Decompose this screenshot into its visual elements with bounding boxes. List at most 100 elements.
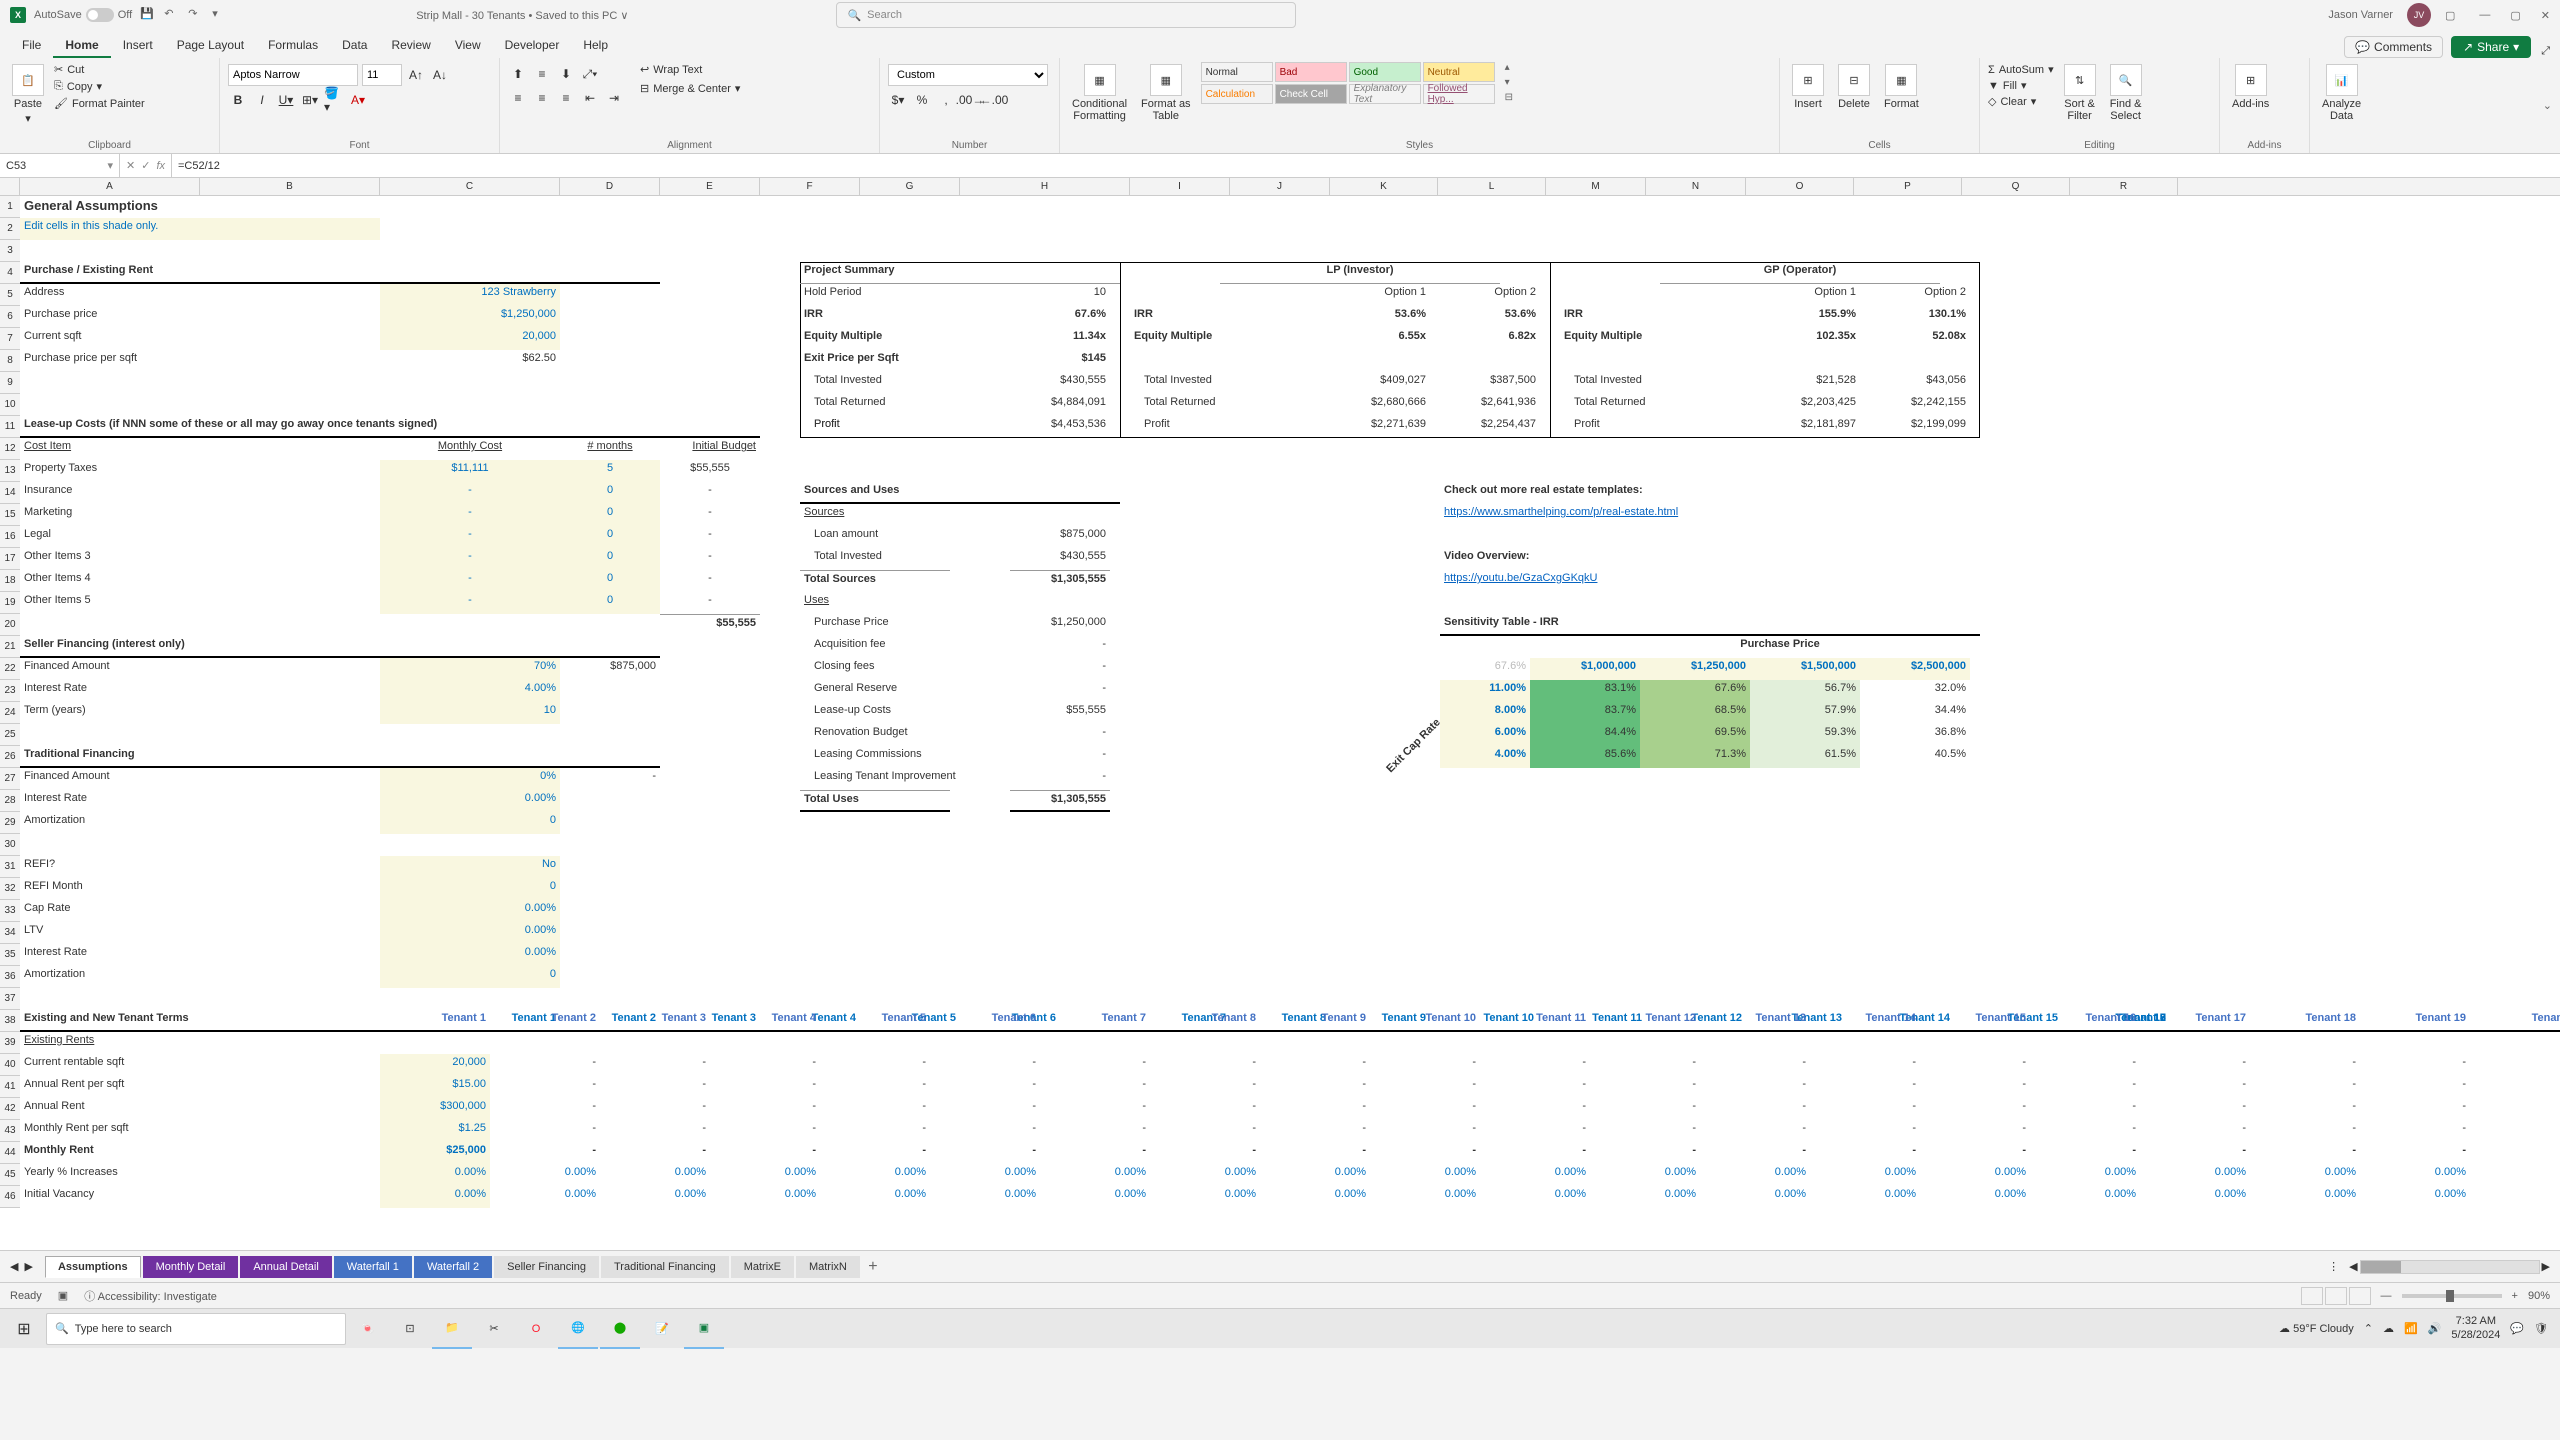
cell[interactable]: 71.3% [1640,746,1750,768]
cell[interactable]: - [600,1142,710,1164]
cell[interactable]: $2,641,936 [1440,394,1540,416]
cell[interactable]: LP (Investor) [1220,262,1500,284]
minimize-icon[interactable]: — [2479,9,2490,22]
cell[interactable]: 0.00% [2030,1186,2140,1208]
cell[interactable]: Option 2 [1440,284,1540,306]
cell[interactable]: 83.7% [1530,702,1640,724]
align-middle-icon[interactable]: ≡ [532,64,552,84]
tray-volume-icon[interactable]: 🔊 [2428,1322,2442,1335]
task-opera-icon[interactable]: O [516,1309,556,1349]
addins-button[interactable]: ⊞Add-ins [2228,62,2273,112]
cell[interactable]: Closing fees [810,658,960,680]
cell[interactable]: 5 [560,460,660,482]
cell[interactable]: - [2250,1098,2360,1120]
cell[interactable]: Equity Multiple [800,328,950,350]
cell[interactable]: $1,500,000 [1750,658,1860,680]
menu-tab-view[interactable]: View [443,34,493,58]
cell[interactable]: - [1150,1120,1260,1142]
cell[interactable]: - [1920,1054,2030,1076]
row-header[interactable]: 16 [0,526,20,548]
sheet-tab-seller-financing[interactable]: Seller Financing [494,1256,599,1278]
cell[interactable]: - [710,1054,820,1076]
cell[interactable]: 0.00% [380,790,560,812]
cell[interactable]: Total Uses [800,790,950,812]
row-header[interactable]: 11 [0,416,20,438]
cell[interactable]: - [1370,1076,1480,1098]
col-header[interactable]: B [200,178,380,195]
row-header[interactable]: 33 [0,900,20,922]
cell[interactable]: 57.9% [1750,702,1860,724]
cell[interactable]: - [2030,1098,2140,1120]
cell[interactable]: $1,250,000 [1030,614,1110,636]
row-header[interactable]: 4 [0,262,20,284]
cell[interactable]: 0.00% [820,1164,930,1186]
cell[interactable]: 6.00% [1440,724,1530,746]
cell[interactable]: $1.25 [380,1120,490,1142]
comments-button[interactable]: 💬 Comments [2344,36,2443,58]
sheet-tab-matrixe[interactable]: MatrixE [731,1256,794,1278]
col-header[interactable]: I [1130,178,1230,195]
cell[interactable]: 0.00% [1370,1164,1480,1186]
row-header[interactable]: 28 [0,790,20,812]
tenant-header[interactable]: Tenant 16 [2030,1010,2140,1032]
cell[interactable]: Purchase Price [1630,636,1930,658]
cell[interactable]: - [1700,1076,1810,1098]
menu-tab-home[interactable]: Home [53,34,110,58]
cancel-formula-icon[interactable]: ✕ [126,159,135,172]
copy-button[interactable]: ⎘Copy ▾ [54,79,145,94]
format-painter-button[interactable]: 🖌Format Painter [54,96,145,111]
row-header[interactable]: 30 [0,834,20,856]
row-header[interactable]: 13 [0,460,20,482]
cell[interactable]: Interest Rate [20,790,200,812]
name-box[interactable]: C53 ▾ [0,154,120,177]
tray-notifications-icon[interactable]: 💬 [2510,1322,2524,1335]
page-layout-button[interactable] [2325,1287,2347,1305]
cell[interactable]: Term (years) [20,702,200,724]
cell[interactable]: $1,250,000 [380,306,560,328]
macro-record-icon[interactable]: ▣ [58,1289,68,1302]
cell[interactable]: 123 Strawberry [380,284,560,306]
tray-clock[interactable]: 7:32 AM5/28/2024 [2451,1315,2500,1341]
align-center-icon[interactable]: ≡ [532,88,552,108]
style-followed-hyperlink[interactable]: Followed Hyp... [1423,84,1495,104]
currency-icon[interactable]: $▾ [888,90,908,110]
align-left-icon[interactable]: ≡ [508,88,528,108]
border-button[interactable]: ⊞▾ [300,90,320,110]
row-header[interactable]: 22 [0,658,20,680]
cell[interactable]: Other Items 5 [20,592,200,614]
cell[interactable]: 0.00% [930,1164,1040,1186]
row-header[interactable]: 9 [0,372,20,394]
cell[interactable]: - [1090,636,1110,658]
tenant-header[interactable]: Tenant 10 [1370,1010,1480,1032]
cell[interactable]: Total Invested [1140,372,1290,394]
style-check[interactable]: Check Cell [1275,84,1347,104]
cell[interactable]: - [600,1076,710,1098]
sheet-tab-monthly-detail[interactable]: Monthly Detail [143,1256,239,1278]
cell[interactable]: 0.00% [380,944,560,966]
cell[interactable]: - [1040,1098,1150,1120]
cell[interactable]: 0.00% [2360,1186,2470,1208]
orientation-icon[interactable]: ⤢▾ [580,64,600,84]
cell[interactable]: 0.00% [380,922,560,944]
cell[interactable]: Existing Rents [20,1032,220,1054]
cell[interactable]: $430,555 [1030,548,1110,570]
cell[interactable]: - [1810,1120,1920,1142]
style-calculation[interactable]: Calculation [1201,84,1273,104]
format-as-table-button[interactable]: ▦Format as Table [1137,62,1195,124]
cell[interactable]: Other Items 3 [20,548,200,570]
cell[interactable]: 70% [380,658,560,680]
cell[interactable]: Total Invested [810,372,960,394]
cell[interactable]: Leasing Tenant Improvement [810,768,960,790]
cell[interactable]: 0.00% [2140,1164,2250,1186]
styles-scroll-down-icon[interactable]: ▾ [1505,77,1513,88]
cell[interactable]: - [820,1098,930,1120]
cell[interactable]: - [1590,1076,1700,1098]
font-color-button[interactable]: A▾ [348,90,368,110]
qat-more-icon[interactable]: ▾ [212,7,228,23]
cell[interactable]: $4,453,536 [1020,416,1110,438]
cell[interactable]: Initial Vacancy [20,1186,200,1208]
cell[interactable]: - [600,1098,710,1120]
cell[interactable]: Project Summary [800,262,1120,284]
cell[interactable]: - [820,1054,930,1076]
font-name-select[interactable] [228,64,358,86]
